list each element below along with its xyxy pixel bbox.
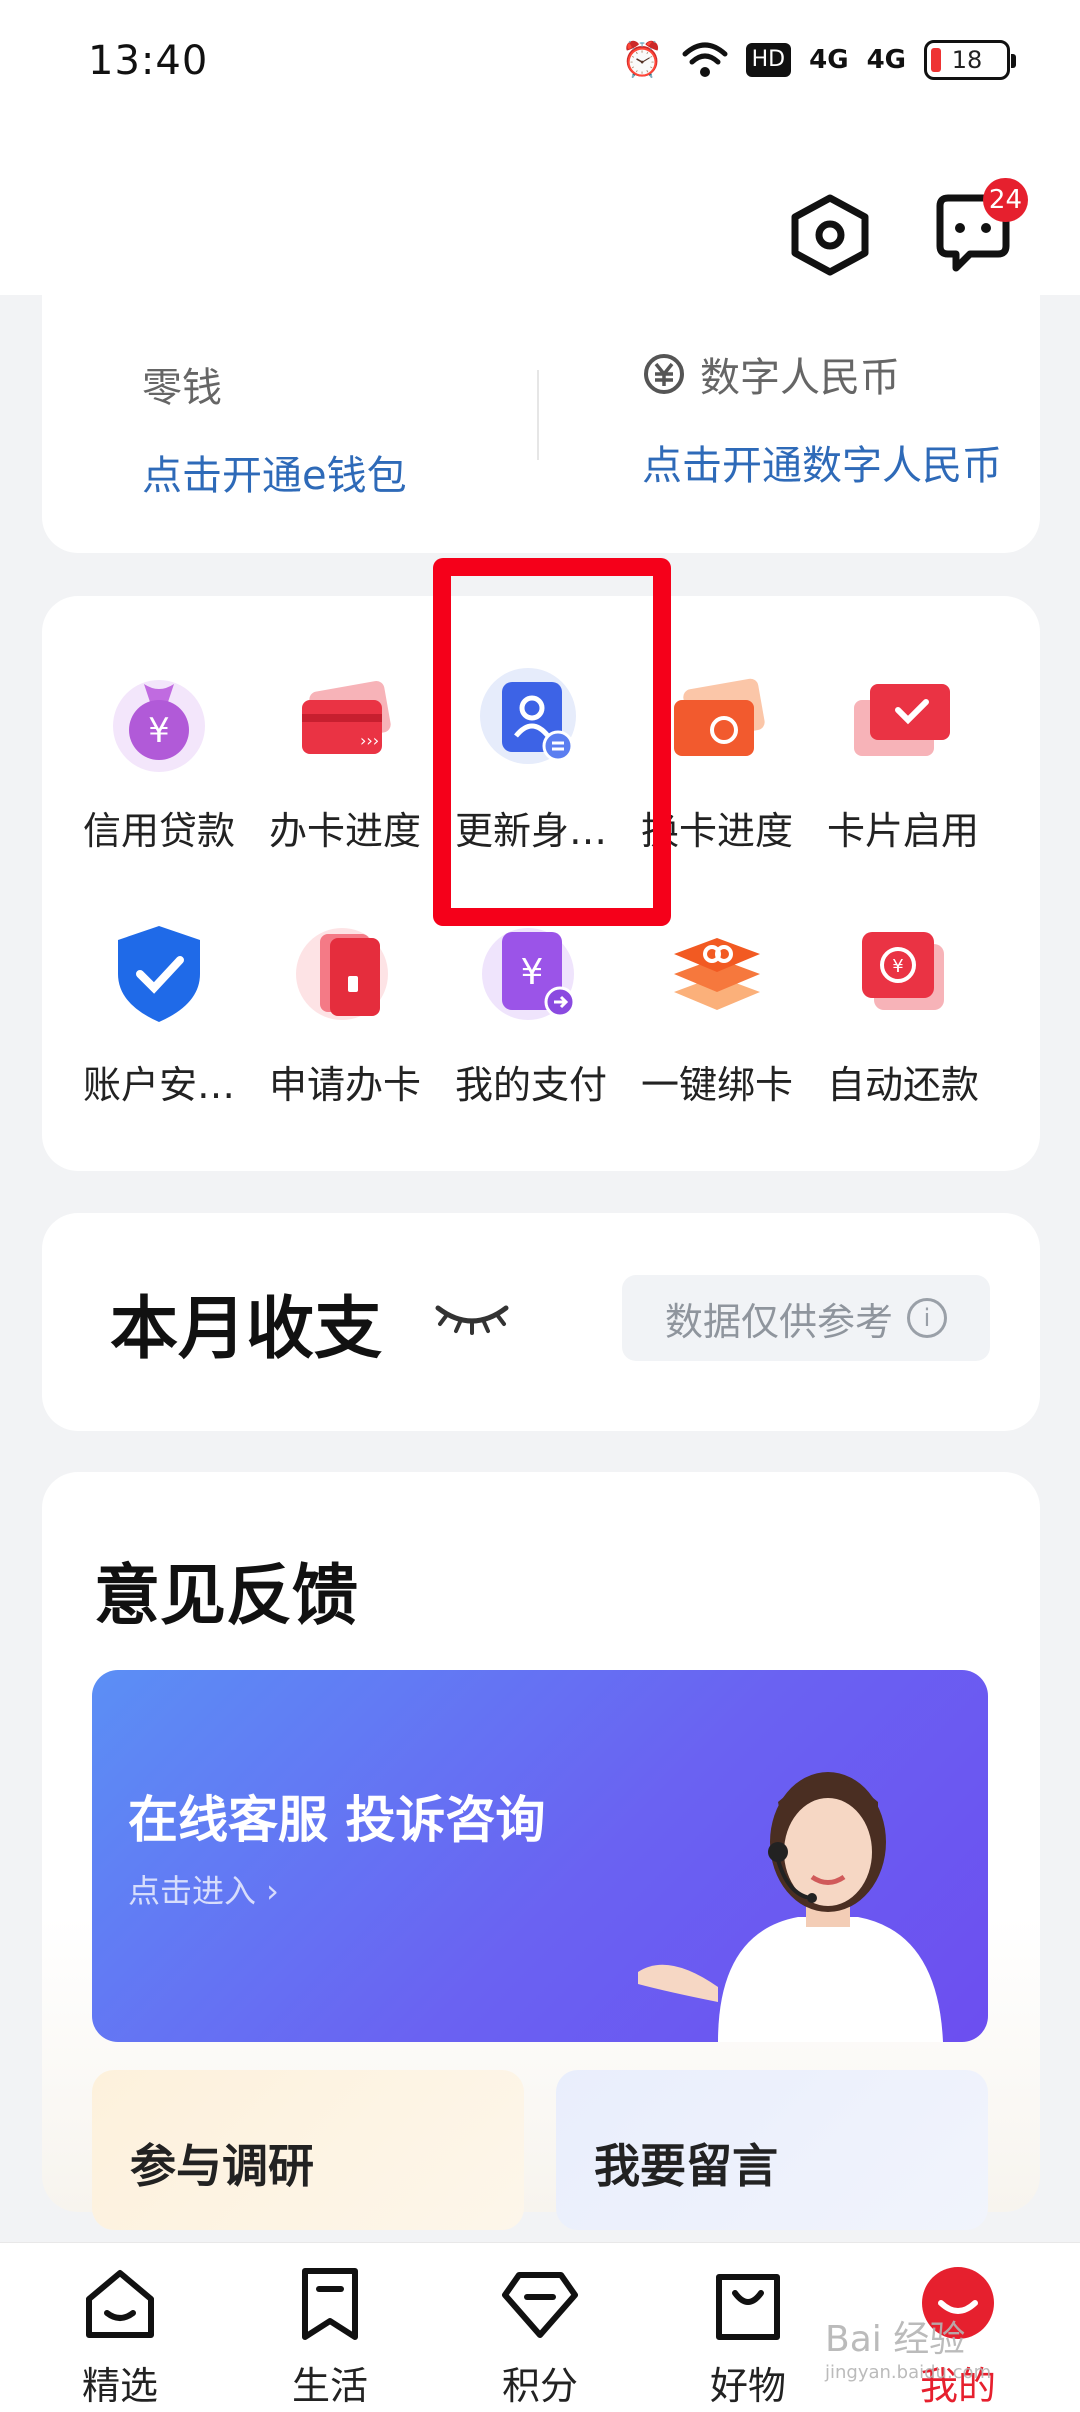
service-my-payment[interactable]: ¥ 我的支付 xyxy=(436,918,626,1109)
battery-icon: 18 xyxy=(924,40,1016,80)
card-progress-icon: ››› xyxy=(302,681,391,754)
top-bar: 24 xyxy=(0,120,1080,295)
change-section[interactable]: 零钱 点击开通e钱包 xyxy=(142,355,407,501)
customer-service-agent-image xyxy=(638,1772,943,2042)
highlight-box xyxy=(433,558,671,926)
shield-icon xyxy=(118,926,200,1022)
banner-enter-link[interactable]: 点击进入 › xyxy=(128,1866,279,1912)
feedback-card: 意见反馈 在线客服 投诉咨询 点击进入 › 参与调研 我要留言 xyxy=(42,1472,1040,2230)
settings-icon[interactable] xyxy=(785,190,875,280)
signal-icon: 4G xyxy=(809,45,849,75)
survey-title: 参与调研 xyxy=(130,2139,314,2193)
divider xyxy=(537,370,539,460)
reference-note-text: 数据仅供参考 xyxy=(664,1299,893,1344)
service-label: 信用贷款 xyxy=(82,809,235,853)
tab-points[interactable]: 积分 xyxy=(470,2263,610,2410)
tab-featured[interactable]: 精选 xyxy=(50,2263,190,2410)
message-button[interactable]: 24 xyxy=(928,178,1028,278)
service-account-security[interactable]: 账户安… xyxy=(64,918,254,1109)
svg-text:¥: ¥ xyxy=(892,956,903,977)
status-bar: 13:40 ⏰ HD 4G 4G 18 xyxy=(0,0,1080,120)
message-badge: 24 xyxy=(982,178,1028,222)
svg-text:›››: ››› xyxy=(360,731,379,750)
svg-text:¥: ¥ xyxy=(521,952,544,993)
leave-message-card[interactable]: 我要留言 xyxy=(556,2070,988,2230)
survey-card[interactable]: 参与调研 xyxy=(92,2070,524,2230)
feedback-title: 意见反馈 xyxy=(94,1557,358,1634)
watermark: Bai 经验 jingyan.baidu.com xyxy=(825,2310,991,2383)
monthly-title: 本月收支 xyxy=(110,1290,383,1369)
service-auto-repay[interactable]: ¥ 自动还款 xyxy=(808,918,998,1109)
banner-title: 在线客服 投诉咨询 xyxy=(128,1791,546,1849)
change-label: 零钱 xyxy=(142,365,222,411)
monthly-summary-card: 本月收支 数据仅供参考 i xyxy=(42,1213,1040,1431)
auto-repay-icon: ¥ xyxy=(862,932,944,1010)
card-exchange-icon xyxy=(674,678,765,756)
open-ecny-link[interactable]: 点击开通数字人民币 xyxy=(642,433,1002,491)
ecny-label: 数字人民币 xyxy=(700,355,900,401)
my-payment-icon: ¥ xyxy=(482,928,576,1020)
wallet-card: 零钱 点击开通e钱包 数字人民币 点击开通数字人民币 xyxy=(42,295,1040,553)
svg-text:¥: ¥ xyxy=(148,711,170,751)
battery-level: 18 xyxy=(951,46,983,74)
watermark-sub: jingyan.baidu.com xyxy=(825,2362,992,2383)
tab-life[interactable]: 生活 xyxy=(260,2263,400,2410)
home-icon xyxy=(86,2270,154,2338)
card-activate-icon xyxy=(854,684,950,756)
hd-badge: HD xyxy=(745,43,792,77)
apply-card-icon xyxy=(296,928,388,1020)
service-card-progress[interactable]: ››› 办卡进度 xyxy=(250,664,440,855)
diamond-icon xyxy=(502,2272,578,2338)
watermark-text: Bai 经验 xyxy=(825,2319,966,2360)
tab-label: 精选 xyxy=(81,2364,158,2408)
service-label: 申请办卡 xyxy=(268,1063,421,1107)
service-apply-card[interactable]: 申请办卡 xyxy=(250,918,440,1109)
signal-icon-2: 4G xyxy=(866,45,906,75)
tab-label: 生活 xyxy=(291,2364,368,2408)
eye-closed-icon[interactable] xyxy=(432,1298,512,1338)
service-label: 一键绑卡 xyxy=(640,1063,793,1107)
ecny-section[interactable]: 数字人民币 点击开通数字人民币 xyxy=(642,345,1002,491)
status-icons: ⏰ HD 4G 4G 18 xyxy=(621,38,1016,82)
service-label: 我的支付 xyxy=(454,1063,607,1107)
wifi-icon xyxy=(682,42,728,77)
service-bind-card[interactable]: 一键绑卡 xyxy=(622,918,812,1109)
alarm-icon: ⏰ xyxy=(621,40,664,80)
service-label: 办卡进度 xyxy=(268,809,421,853)
tab-label: 好物 xyxy=(709,2364,786,2408)
shopping-bag-icon xyxy=(716,2274,780,2340)
money-bag-icon: ¥ xyxy=(113,680,205,772)
service-label: 自动还款 xyxy=(826,1063,979,1107)
tab-goods[interactable]: 好物 xyxy=(678,2263,818,2410)
service-label: 卡片启用 xyxy=(826,809,979,853)
service-credit-loan[interactable]: ¥ 信用贷款 xyxy=(64,664,254,855)
service-label: 账户安… xyxy=(82,1063,235,1107)
status-time: 13:40 xyxy=(88,38,209,84)
open-ewallet-link[interactable]: 点击开通e钱包 xyxy=(142,443,407,501)
service-card-activate[interactable]: 卡片启用 xyxy=(808,664,998,855)
bookmark-icon xyxy=(302,2268,358,2340)
data-reference-note[interactable]: 数据仅供参考 i xyxy=(622,1275,990,1361)
tab-label: 积分 xyxy=(501,2364,578,2408)
info-icon: i xyxy=(907,1298,947,1338)
bind-card-icon xyxy=(674,938,760,1010)
leave-message-title: 我要留言 xyxy=(594,2139,778,2193)
online-service-banner[interactable]: 在线客服 投诉咨询 点击进入 › xyxy=(92,1670,988,2042)
ecny-icon xyxy=(644,354,684,394)
